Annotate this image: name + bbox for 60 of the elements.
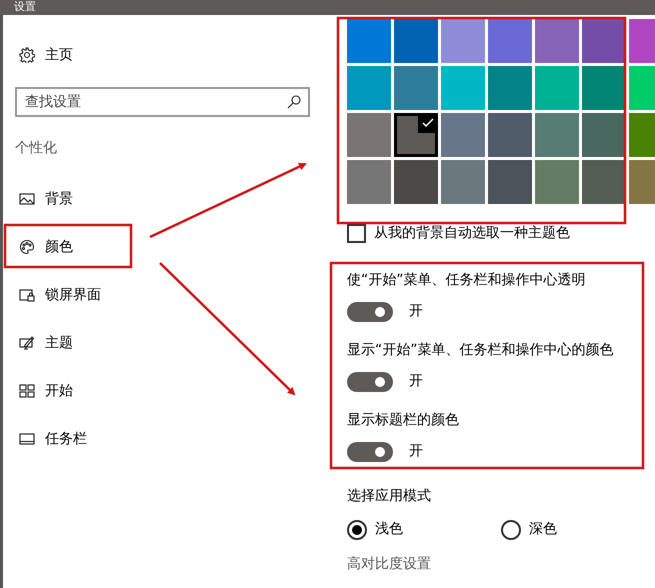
radio-label: 浅色 <box>375 520 403 539</box>
check-icon <box>418 113 438 133</box>
color-swatch[interactable] <box>347 113 391 157</box>
sidebar-item[interactable]: 开始 <box>15 367 79 415</box>
sidebar-item[interactable]: 背景 <box>15 175 79 223</box>
radio-button[interactable] <box>347 520 367 540</box>
search-field[interactable]: 查找设置 <box>15 87 310 117</box>
toggle-switch[interactable] <box>347 372 393 392</box>
color-swatch[interactable] <box>441 66 485 110</box>
color-swatch[interactable] <box>394 66 438 110</box>
color-swatch[interactable] <box>582 19 626 63</box>
color-swatch[interactable] <box>347 19 391 63</box>
color-swatch[interactable] <box>535 113 579 157</box>
sidebar-item[interactable]: 锁屏界面 <box>15 271 107 319</box>
color-swatch[interactable] <box>535 160 579 204</box>
color-swatch[interactable] <box>488 113 532 157</box>
color-swatch[interactable] <box>582 160 626 204</box>
color-swatch[interactable] <box>582 113 626 157</box>
color-swatch[interactable] <box>535 66 579 110</box>
color-swatch[interactable] <box>394 160 438 204</box>
toggle-state-label: 开 <box>409 442 423 461</box>
home-link[interactable]: 主页 <box>15 31 79 79</box>
color-swatch[interactable] <box>582 66 626 110</box>
high-contrast-link[interactable]: 高对比度设置 <box>347 554 655 575</box>
setting-label: 显示“开始”菜单、任务栏和操作中心的颜色 <box>347 341 615 360</box>
sidebar-item[interactable]: 主题 <box>15 319 79 367</box>
color-swatch[interactable] <box>488 160 532 204</box>
lock-screen-icon <box>19 287 35 303</box>
radio-button[interactable] <box>501 520 521 540</box>
sidebar-item[interactable]: 颜色 <box>15 223 79 271</box>
toggle-state-label: 开 <box>409 372 423 391</box>
window-title: 设置 <box>0 0 655 15</box>
tiles-icon <box>19 383 35 399</box>
checkbox[interactable] <box>347 224 366 243</box>
toggle-switch[interactable] <box>347 442 393 462</box>
toggle-switch[interactable] <box>347 302 393 322</box>
picture-icon <box>19 191 35 207</box>
radio-label: 深色 <box>529 520 557 539</box>
checkbox-label: 从我的背景自动选取一种主题色 <box>374 224 570 243</box>
color-swatch[interactable] <box>535 19 579 63</box>
color-swatch[interactable] <box>488 66 532 110</box>
setting-label: 选择应用模式 <box>347 487 432 506</box>
monitor-pen-icon <box>19 335 35 351</box>
color-swatch[interactable] <box>441 19 485 63</box>
color-swatch[interactable] <box>347 66 391 110</box>
setting-label: 显示标题栏的颜色 <box>347 411 460 430</box>
color-swatch[interactable] <box>488 19 532 63</box>
color-swatch[interactable] <box>394 19 438 63</box>
color-swatch[interactable] <box>441 113 485 157</box>
setting-label: 使“开始”菜单、任务栏和操作中心透明 <box>347 271 587 290</box>
section-heading: 个性化 <box>15 139 58 158</box>
taskbar-icon <box>19 431 35 447</box>
gear-icon <box>19 47 35 63</box>
color-swatch[interactable] <box>347 160 391 204</box>
toggle-state-label: 开 <box>409 302 423 321</box>
search-icon <box>286 94 302 110</box>
color-swatch[interactable] <box>441 160 485 204</box>
color-swatch[interactable] <box>394 113 438 157</box>
palette-icon <box>19 239 35 255</box>
sidebar-item[interactable]: 任务栏 <box>15 415 93 463</box>
